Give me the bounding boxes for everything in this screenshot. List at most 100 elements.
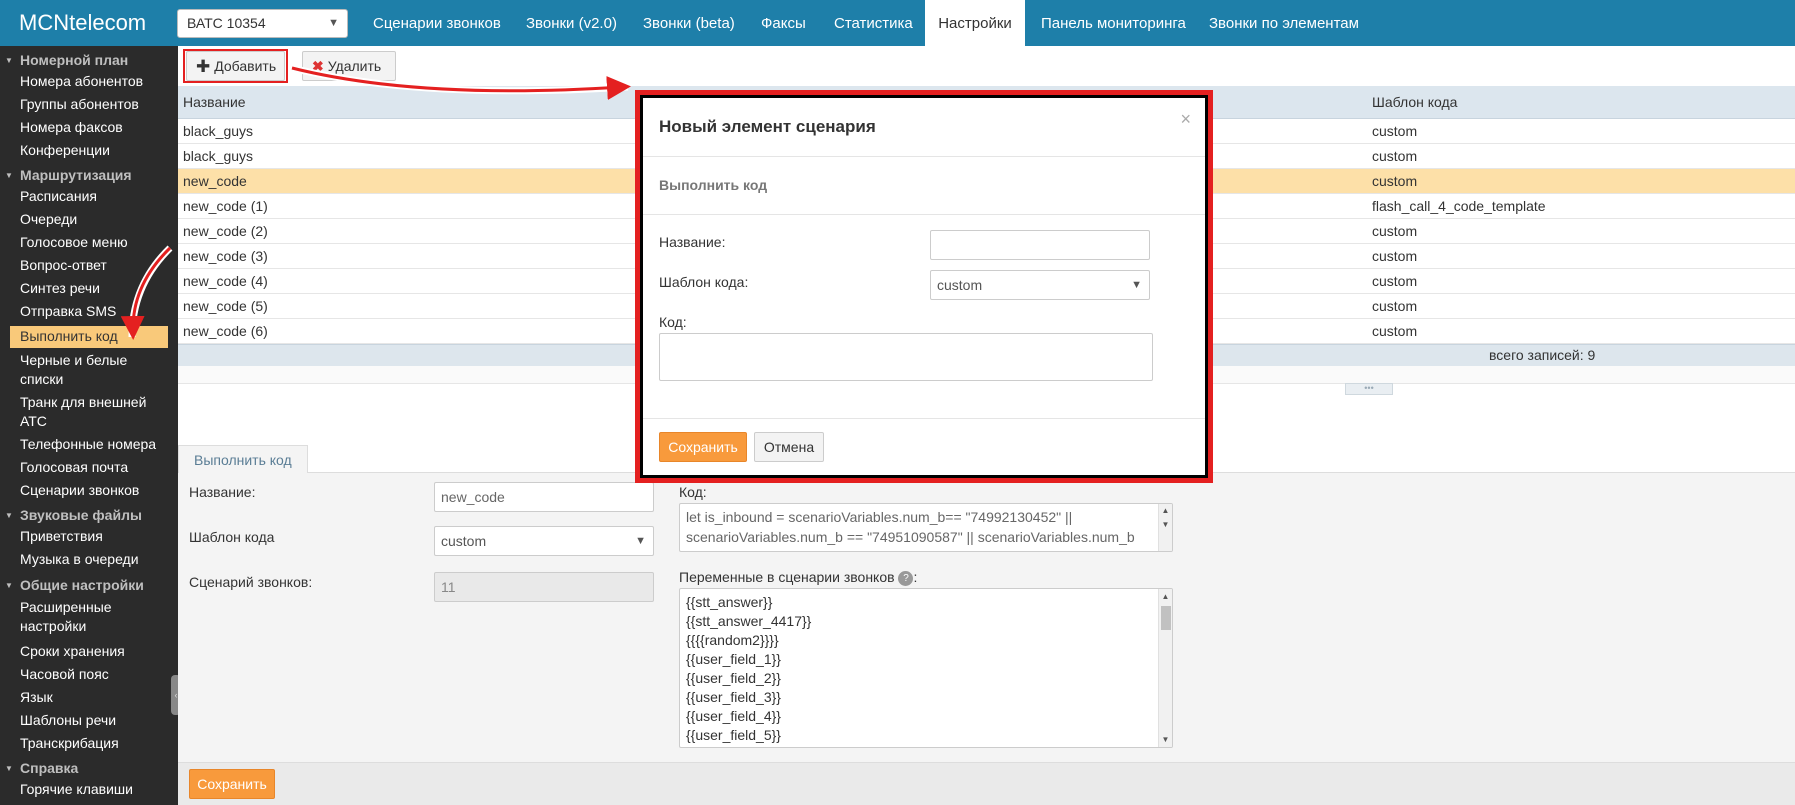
cell-template: custom xyxy=(1372,323,1418,339)
delete-button[interactable]: ✖ Удалить xyxy=(302,51,396,81)
modal-code-textarea[interactable] xyxy=(659,333,1153,381)
modal-divider xyxy=(643,214,1205,215)
vars-scrollbar[interactable]: ▲ ▼ xyxy=(1158,589,1172,747)
name-label: Название: xyxy=(189,484,256,500)
modal-template-label: Шаблон кода: xyxy=(659,274,749,290)
modal-name-input[interactable] xyxy=(930,230,1150,260)
list-item[interactable]: {{stt_answer}} xyxy=(680,593,1172,612)
sidebar-item-call-scenarios[interactable]: Сценарии звонков xyxy=(20,481,139,500)
tab-execute-code[interactable]: Выполнить код xyxy=(178,445,308,473)
chevron-down-icon: ▼ xyxy=(635,535,646,547)
sidebar-item-subscriber-numbers[interactable]: Номера абонентов xyxy=(20,72,143,91)
nav-statistics[interactable]: Статистика xyxy=(834,0,913,46)
nav-monitoring[interactable]: Панель мониторинга xyxy=(1041,0,1186,46)
chevron-down-icon: ▼ xyxy=(328,17,339,29)
list-item[interactable]: {{user_field_1}} xyxy=(680,650,1172,669)
close-icon[interactable]: × xyxy=(1180,109,1191,130)
code-textarea[interactable]: let is_inbound = scenarioVariables.num_b… xyxy=(679,503,1173,552)
vars-list[interactable]: {{stt_answer}} {{stt_answer_4417}} {{{{r… xyxy=(679,588,1173,748)
nav-calls-by-elements[interactable]: Звонки по элементам xyxy=(1209,0,1359,46)
section-label: Справка xyxy=(20,760,79,776)
sidebar-item-subscriber-groups[interactable]: Группы абонентов xyxy=(20,95,139,114)
modal-cancel-button[interactable]: Отмена xyxy=(754,432,824,462)
sidebar-item-greetings[interactable]: Приветствия xyxy=(20,527,103,546)
cell-name: new_code (2) xyxy=(183,223,268,239)
nav-settings[interactable]: Настройки xyxy=(925,0,1025,47)
list-item[interactable]: {{user_field_4}} xyxy=(680,707,1172,726)
scroll-up-icon[interactable]: ▲ xyxy=(1159,592,1172,601)
sidebar-item-speech-templates[interactable]: Шаблоны речи xyxy=(20,711,116,730)
sidebar-item-voice-menu[interactable]: Голосовое меню xyxy=(20,233,128,252)
name-input[interactable]: new_code xyxy=(434,482,654,512)
sidebar-item-send-sms[interactable]: Отправка SMS xyxy=(20,302,116,321)
sidebar-item-queues[interactable]: Очереди xyxy=(20,210,77,229)
modal-template-value: custom xyxy=(937,277,983,293)
sidebar-item-fax-numbers[interactable]: Номера факсов xyxy=(20,118,123,137)
nav-scenarios[interactable]: Сценарии звонков xyxy=(373,0,501,46)
sidebar-section-general-settings[interactable]: ▼ Общие настройки xyxy=(5,577,144,594)
triangle-down-icon: ▼ xyxy=(5,764,13,773)
sidebar-item-execute-code[interactable]: Выполнить код xyxy=(10,326,168,348)
sidebar-section-sound-files[interactable]: ▼ Звуковые файлы xyxy=(5,507,142,524)
save-button[interactable]: Сохранить xyxy=(189,769,275,799)
list-item[interactable]: {{{{random2}}}} xyxy=(680,631,1172,650)
scenario-label: Сценарий звонков: xyxy=(189,574,313,590)
list-item[interactable]: {{user_field_2}} xyxy=(680,669,1172,688)
sidebar-item-label: списки xyxy=(20,371,64,387)
template-select-value: custom xyxy=(441,533,487,549)
sidebar-item-advanced-settings[interactable]: Расширенные настройки xyxy=(20,598,112,636)
help-icon[interactable]: ? xyxy=(898,571,914,586)
modal-template-select[interactable]: custom ▼ xyxy=(930,270,1150,300)
triangle-down-icon: ▼ xyxy=(5,581,13,590)
modal-divider xyxy=(643,418,1205,419)
template-label: Шаблон кода xyxy=(189,529,275,545)
sidebar-item-external-trunk[interactable]: Транк для внешней АТС xyxy=(20,393,146,431)
list-item[interactable]: {{user_field_5}} xyxy=(680,726,1172,745)
sidebar-item-conferences[interactable]: Конференции xyxy=(20,141,110,160)
code-label: Код: xyxy=(679,484,707,500)
nav-calls-v2[interactable]: Звонки (v2.0) xyxy=(526,0,617,46)
cell-name: new_code (4) xyxy=(183,273,268,289)
column-header-template[interactable]: Шаблон кода xyxy=(1372,86,1457,118)
code-line: scenarioVariables.num_b == "74951090587"… xyxy=(686,529,1135,545)
code-scrollbar[interactable]: ▲ ▼ xyxy=(1158,504,1172,551)
sidebar-item-queue-music[interactable]: Музыка в очереди xyxy=(20,550,139,569)
column-header-name[interactable]: Название xyxy=(183,86,246,118)
sidebar-item-black-white-lists[interactable]: Черные и белые списки xyxy=(20,351,127,389)
sidebar-item-hotkeys[interactable]: Горячие клавиши xyxy=(20,780,133,799)
sidebar-item-tts[interactable]: Синтез речи xyxy=(20,279,100,298)
cell-template: custom xyxy=(1372,148,1418,164)
sidebar-item-schedules[interactable]: Расписания xyxy=(20,187,97,206)
sidebar-item-timezone[interactable]: Часовой пояс xyxy=(20,665,109,684)
list-item[interactable]: {{user_field_3}} xyxy=(680,688,1172,707)
sidebar-section-help[interactable]: ▼ Справка xyxy=(5,760,78,777)
sidebar-item-phone-numbers[interactable]: Телефонные номера xyxy=(20,435,156,454)
sidebar-item-language[interactable]: Язык xyxy=(20,688,53,707)
code-line: let is_inbound = scenarioVariables.num_b… xyxy=(686,509,1073,525)
annotation-highlight-box xyxy=(183,49,288,83)
sidebar-item-retention[interactable]: Сроки хранения xyxy=(20,642,125,661)
sidebar-item-qa[interactable]: Вопрос-ответ xyxy=(20,256,107,275)
sidebar-item-voicemail[interactable]: Голосовая почта xyxy=(20,458,128,477)
scrollbar-thumb[interactable] xyxy=(1161,606,1171,630)
modal-save-button[interactable]: Сохранить xyxy=(659,432,747,462)
cell-template: custom xyxy=(1372,273,1418,289)
vats-select[interactable]: ВАТС 10354 ▼ xyxy=(177,9,348,38)
sidebar-item-label: Черные и белые xyxy=(20,352,128,368)
scroll-down-icon[interactable]: ▼ xyxy=(1159,520,1172,529)
sidebar-section-routing[interactable]: ▼ Маршрутизация xyxy=(5,167,132,184)
brand-logo[interactable]: MCNtelecom xyxy=(19,10,146,36)
scroll-down-icon[interactable]: ▼ xyxy=(1159,735,1172,744)
new-element-modal: Новый элемент сценария × Выполнить код Н… xyxy=(643,98,1205,475)
section-label: Номерной план xyxy=(20,52,129,68)
sidebar-item-transcription[interactable]: Транскрибация xyxy=(20,734,119,753)
template-select[interactable]: custom ▼ xyxy=(434,526,654,556)
scroll-up-icon[interactable]: ▲ xyxy=(1159,506,1172,515)
nav-faxes[interactable]: Факсы xyxy=(761,0,806,46)
triangle-down-icon: ▼ xyxy=(5,56,13,65)
chevron-down-icon: ▼ xyxy=(1131,279,1142,291)
sidebar-section-numbering[interactable]: ▼ Номерной план xyxy=(5,52,128,69)
nav-calls-beta[interactable]: Звонки (beta) xyxy=(643,0,735,46)
panel-splitter-handle[interactable]: ••• xyxy=(1345,383,1393,395)
list-item[interactable]: {{stt_answer_4417}} xyxy=(680,612,1172,631)
